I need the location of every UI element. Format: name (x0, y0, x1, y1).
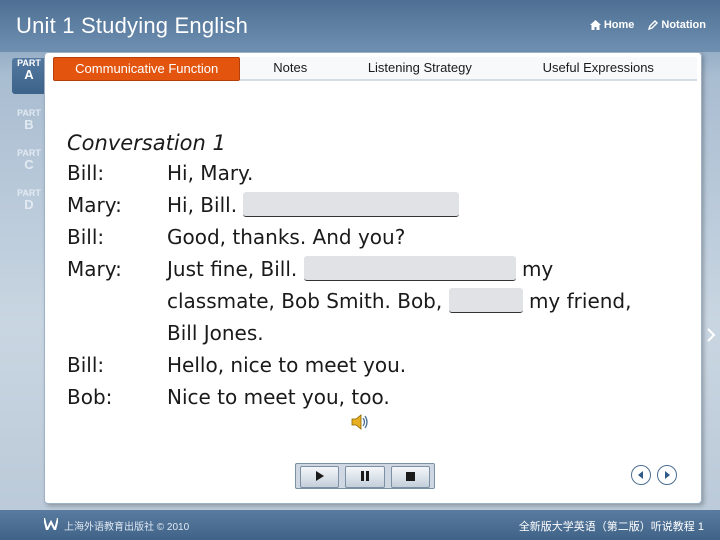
footer: 上海外语教育出版社 © 2010 全新版大学英语（第二版）听说教程 1 (0, 510, 720, 540)
content-panel: Communicative Function Notes Listening S… (44, 52, 702, 504)
chevron-right-icon (706, 328, 716, 346)
part-d-tab[interactable]: PART D (12, 188, 46, 224)
utterance-text: Hi, Bill. (167, 193, 244, 217)
tab-communicative-function[interactable]: Communicative Function (53, 57, 241, 81)
pause-button[interactable] (345, 466, 385, 488)
play-button[interactable] (300, 466, 340, 488)
home-link[interactable]: Home (589, 19, 635, 31)
speaker: Bob: (67, 385, 113, 409)
conversation: Conversation 1 Bill: Hi, Mary. Mary: Hi,… (67, 131, 667, 413)
dialogue-line-continued: Bill Jones. (67, 317, 667, 349)
utterance: Bill Jones. (167, 321, 264, 345)
part-letter: B (24, 117, 34, 132)
speaker: Mary: (67, 257, 122, 281)
section-tabs: Communicative Function Notes Listening S… (53, 57, 697, 81)
page-nav (631, 465, 677, 485)
arrow-left-icon (637, 466, 645, 484)
home-icon (589, 20, 601, 30)
course-title: 全新版大学英语（第二版）听说教程 1 (518, 521, 704, 533)
tab-useful-expressions[interactable]: Useful Expressions (499, 57, 697, 81)
dialogue-line: Mary: Hi, Bill. (67, 189, 667, 221)
notation-label: Notation (661, 19, 706, 31)
speaker: Bill: (67, 161, 105, 185)
utterance: Hi, Bill. (167, 189, 667, 221)
utterance: classmate, Bob Smith. Bob, my friend, (167, 285, 667, 317)
part-letter: A (24, 67, 34, 82)
utterance: Hi, Mary. (167, 161, 254, 185)
answer-blank[interactable] (243, 192, 460, 217)
speaker: Bill: (67, 353, 105, 377)
stop-button[interactable] (390, 466, 430, 488)
utterance-text: my friend, (522, 289, 632, 313)
notation-link[interactable]: Notation (648, 19, 706, 31)
play-icon (315, 468, 324, 486)
dialogue-line: Bill: Good, thanks. And you? (67, 221, 667, 253)
next-page-button[interactable] (657, 465, 677, 485)
tab-listening-strategy[interactable]: Listening Strategy (340, 57, 500, 81)
speaker: Mary: (67, 193, 122, 217)
home-label: Home (603, 19, 635, 31)
utterance: Hello, nice to meet you. (167, 353, 407, 377)
dialogue-line: Mary: Just fine, Bill. my (67, 253, 667, 285)
publisher-logo-icon (43, 517, 59, 533)
audio-player (295, 463, 435, 489)
part-letter: D (24, 197, 34, 212)
top-bar: Unit 1 Studying English Home Notation (0, 0, 720, 52)
arrow-right-icon (663, 466, 671, 484)
publisher-info: 上海外语教育出版社 © 2010 (43, 517, 190, 533)
part-c-tab[interactable]: PART C (12, 148, 46, 184)
answer-blank[interactable] (303, 256, 516, 281)
dialogue-line-continued: classmate, Bob Smith. Bob, my friend, (67, 285, 667, 317)
pause-icon (360, 468, 369, 486)
conversation-title: Conversation 1 (67, 131, 226, 155)
utterance: Nice to meet you, too. (167, 385, 390, 409)
answer-blank[interactable] (448, 288, 523, 313)
part-a-tab[interactable]: PART A (12, 58, 46, 94)
utterance-text: classmate, Bob Smith. Bob, (167, 289, 449, 313)
side-expand-button[interactable] (706, 328, 716, 347)
speaker-audio-icon[interactable] (351, 413, 371, 436)
tab-notes[interactable]: Notes (240, 57, 341, 81)
stop-icon (405, 468, 415, 486)
utterance-text: Just fine, Bill. (167, 257, 304, 281)
pencil-icon (648, 20, 659, 30)
part-letter: C (24, 157, 34, 172)
dialogue-line: Bill: Hi, Mary. (67, 157, 667, 189)
speaker: Bill: (67, 225, 105, 249)
utterance: Good, thanks. And you? (167, 225, 406, 249)
previous-page-button[interactable] (631, 465, 651, 485)
utterance: Just fine, Bill. my (167, 253, 667, 285)
utterance-text: my (515, 257, 554, 281)
dialogue-line: Bill: Hello, nice to meet you. (67, 349, 667, 381)
top-nav: Home Notation (589, 19, 706, 31)
unit-title: Unit 1 Studying English (16, 13, 249, 38)
part-b-tab[interactable]: PART B (12, 108, 46, 144)
dialogue-line: Bob: Nice to meet you, too. (67, 381, 667, 413)
publisher-text: 上海外语教育出版社 © 2010 (64, 522, 190, 533)
